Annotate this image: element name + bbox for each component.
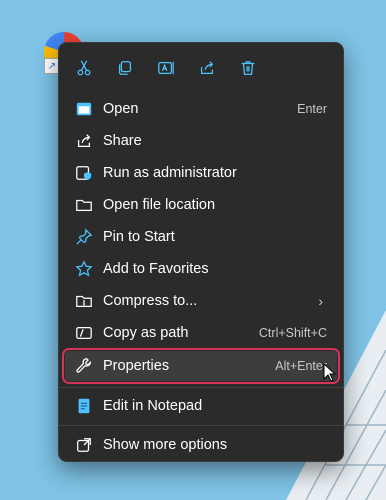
rename-button[interactable] [151,53,181,83]
menu-item-pin-to-start[interactable]: Pin to Start [65,222,337,252]
menu-item-label: Copy as path [103,325,189,341]
star-icon [73,258,95,280]
menu-item-label: Show more options [103,437,228,453]
chevron-right-icon: › [318,293,323,309]
menu-item-label: Open file location [103,197,216,213]
menu-item-properties[interactable]: Properties Alt+Enter [62,348,340,384]
more-options-icon [73,434,95,456]
share-icon [200,61,214,75]
menu-item-shortcut: Enter [297,102,327,116]
menu-item-label: Add to Favorites [103,261,209,277]
menu-item-run-as-administrator[interactable]: Run as administrator [65,158,337,188]
open-icon [73,98,95,120]
wrench-icon [73,355,95,377]
zip-folder-icon [73,290,95,312]
menu-item-edit-in-notepad[interactable]: Edit in Notepad [65,391,337,421]
context-menu: Open Enter Share Run as administrator Op… [58,42,344,462]
share-button[interactable] [192,53,222,83]
path-icon [73,322,95,344]
menu-item-share[interactable]: Share [65,126,337,156]
menu-item-show-more-options[interactable]: Show more options [65,430,337,460]
menu-item-open-file-location[interactable]: Open file location [65,190,337,220]
menu-item-label: Properties [103,358,170,374]
mouse-cursor-icon [323,363,337,382]
copy-icon [118,61,132,75]
notepad-icon [73,395,95,417]
shield-icon [73,162,95,184]
menu-item-shortcut: Alt+Enter [275,359,327,373]
menu-item-label: Edit in Notepad [103,398,203,414]
menu-separator [59,387,343,388]
cut-button[interactable] [69,53,99,83]
share-icon [73,130,95,152]
menu-item-label: Pin to Start [103,229,175,245]
menu-item-label: Share [103,133,142,149]
context-toolbar [59,43,343,93]
rename-icon [158,61,174,75]
menu-item-label: Run as administrator [103,165,237,181]
menu-item-shortcut: Ctrl+Shift+C [258,326,327,340]
copy-button[interactable] [110,53,140,83]
delete-button[interactable] [233,53,263,83]
pin-icon [73,226,95,248]
menu-item-add-to-favorites[interactable]: Add to Favorites [65,254,337,284]
menu-item-copy-as-path[interactable]: Copy as path Ctrl+Shift+C [65,318,337,348]
menu-item-label: Open [103,101,139,117]
menu-item-open[interactable]: Open Enter [65,94,337,124]
menu-item-label: Compress to... [103,293,198,309]
menu-separator [59,425,343,426]
menu-item-compress-to[interactable]: Compress to... › [65,286,337,316]
folder-icon [73,194,95,216]
cut-icon [77,60,91,76]
delete-icon [241,61,255,75]
